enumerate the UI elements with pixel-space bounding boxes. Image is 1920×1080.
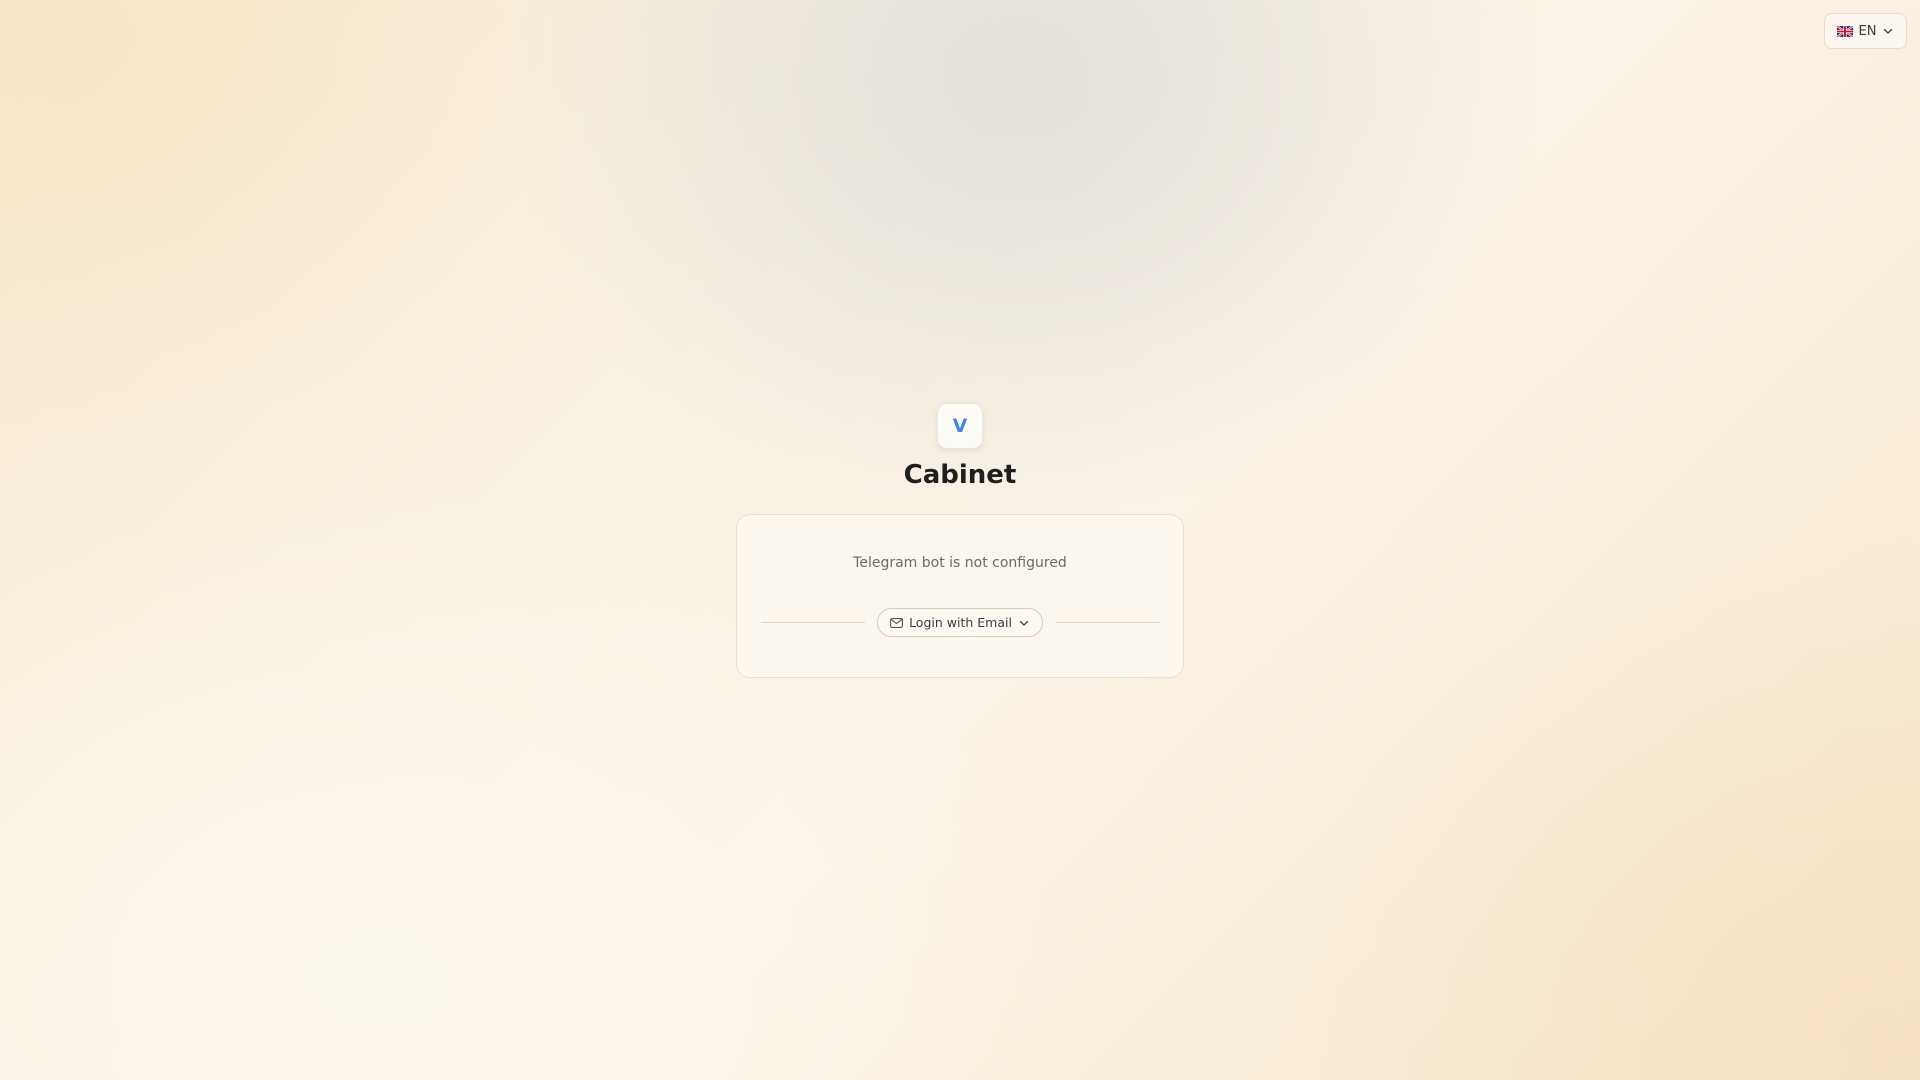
language-label: EN bbox=[1858, 23, 1877, 39]
uk-flag-icon bbox=[1836, 25, 1853, 37]
page-title: Cabinet bbox=[903, 460, 1017, 490]
login-card: Telegram bot is not configured Login wit… bbox=[736, 514, 1184, 678]
divider-right bbox=[1056, 622, 1160, 623]
login-with-email-button[interactable]: Login with Email bbox=[877, 608, 1043, 637]
logo-letter: V bbox=[952, 415, 968, 437]
telegram-status-message: Telegram bot is not configured bbox=[853, 555, 1067, 571]
app-logo: V bbox=[937, 403, 983, 449]
chevron-down-icon bbox=[1884, 28, 1893, 34]
divider-left bbox=[761, 622, 865, 623]
language-switcher[interactable]: EN bbox=[1824, 13, 1907, 49]
mail-icon bbox=[890, 617, 904, 628]
login-with-email-label: Login with Email bbox=[909, 615, 1012, 630]
chevron-down-icon bbox=[1019, 620, 1029, 626]
